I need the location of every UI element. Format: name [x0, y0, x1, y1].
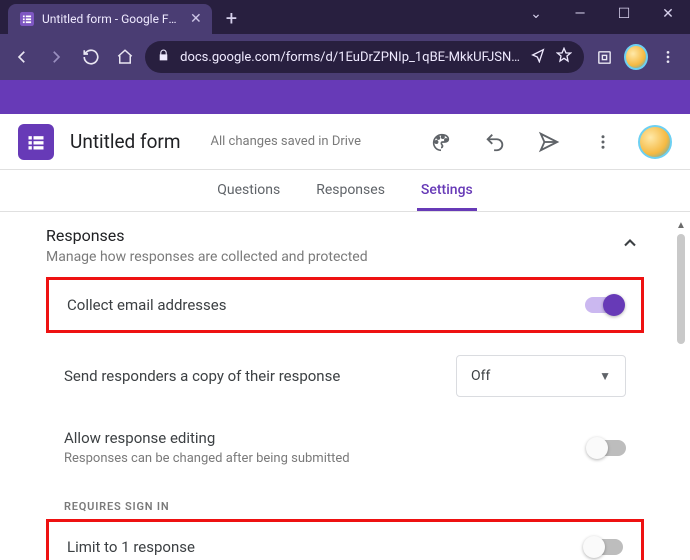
brand-strip — [0, 80, 690, 114]
collect-email-label: Collect email addresses — [67, 296, 227, 314]
tab-close-icon[interactable]: ✕ — [190, 11, 202, 27]
scroll-thumb[interactable] — [677, 234, 685, 344]
highlight-collect-email: Collect email addresses — [46, 277, 644, 333]
extensions-icon[interactable] — [590, 41, 618, 73]
requires-signin-subhead: REQUIRES SIGN IN — [46, 482, 644, 515]
window-controls: ⌄ — ☐ ✕ — [514, 0, 690, 34]
limit-one-label: Limit to 1 response — [67, 538, 195, 556]
share-icon[interactable] — [530, 47, 546, 67]
tab-questions[interactable]: Questions — [213, 182, 284, 211]
tab-responses[interactable]: Responses — [312, 182, 389, 211]
forms-favicon-icon — [20, 12, 34, 26]
vertical-scrollbar[interactable]: ▲ — [674, 218, 688, 560]
chevron-down-icon[interactable]: ⌄ — [514, 0, 558, 22]
omnibox[interactable]: docs.google.com/forms/d/1EuDrZPNIp_1qBE-… — [145, 41, 584, 73]
allow-edit-desc: Responses can be changed after being sub… — [64, 451, 350, 466]
reload-button[interactable] — [77, 41, 105, 73]
allow-edit-toggle[interactable] — [588, 440, 626, 456]
section-title: Responses — [46, 226, 368, 245]
browser-titlebar: Untitled form - Google Forms ✕ + ⌄ — ☐ ✕ — [0, 0, 690, 34]
limit-one-toggle[interactable] — [585, 539, 623, 555]
maximize-icon[interactable]: ☐ — [602, 0, 646, 22]
more-menu-icon[interactable] — [584, 123, 622, 161]
forms-logo-icon[interactable] — [18, 124, 54, 160]
collapse-section-icon[interactable] — [616, 229, 644, 263]
browser-menu-icon[interactable] — [654, 41, 682, 73]
undo-button[interactable] — [476, 123, 514, 161]
lock-icon — [157, 49, 170, 66]
minimize-icon[interactable]: — — [558, 0, 602, 22]
doc-header: Untitled form All changes saved in Drive — [0, 114, 690, 170]
star-icon[interactable] — [556, 47, 572, 67]
send-button[interactable] — [530, 123, 568, 161]
back-button[interactable] — [8, 41, 36, 73]
highlight-limit-one: Limit to 1 response — [46, 519, 644, 560]
save-status: All changes saved in Drive — [211, 134, 362, 149]
send-copy-dropdown[interactable]: Off ▼ — [456, 355, 626, 397]
allow-edit-title: Allow response editing — [64, 429, 350, 447]
collect-email-toggle[interactable] — [585, 297, 623, 313]
tab-settings[interactable]: Settings — [417, 182, 477, 211]
send-copy-label: Send responders a copy of their response — [64, 367, 340, 385]
profile-avatar[interactable] — [624, 44, 647, 70]
browser-tab[interactable]: Untitled form - Google Forms ✕ — [8, 4, 212, 34]
doc-title[interactable]: Untitled form — [70, 130, 181, 153]
theme-button[interactable] — [422, 123, 460, 161]
close-window-icon[interactable]: ✕ — [646, 0, 690, 22]
section-desc: Manage how responses are collected and p… — [46, 249, 368, 265]
url-text: docs.google.com/forms/d/1EuDrZPNIp_1qBE-… — [180, 50, 520, 65]
chevron-down-icon: ▼ — [599, 369, 611, 383]
home-button[interactable] — [111, 41, 139, 73]
address-bar: docs.google.com/forms/d/1EuDrZPNIp_1qBE-… — [0, 34, 690, 80]
new-tab-button[interactable]: + — [212, 6, 249, 34]
form-tabs: Questions Responses Settings — [0, 170, 690, 212]
scroll-up-icon[interactable]: ▲ — [674, 218, 688, 232]
settings-panel: Responses Manage how responses are colle… — [0, 212, 690, 560]
forward-button[interactable] — [42, 41, 70, 73]
account-avatar[interactable] — [638, 125, 672, 159]
tab-title: Untitled form - Google Forms — [42, 12, 182, 26]
send-copy-value: Off — [471, 368, 490, 384]
